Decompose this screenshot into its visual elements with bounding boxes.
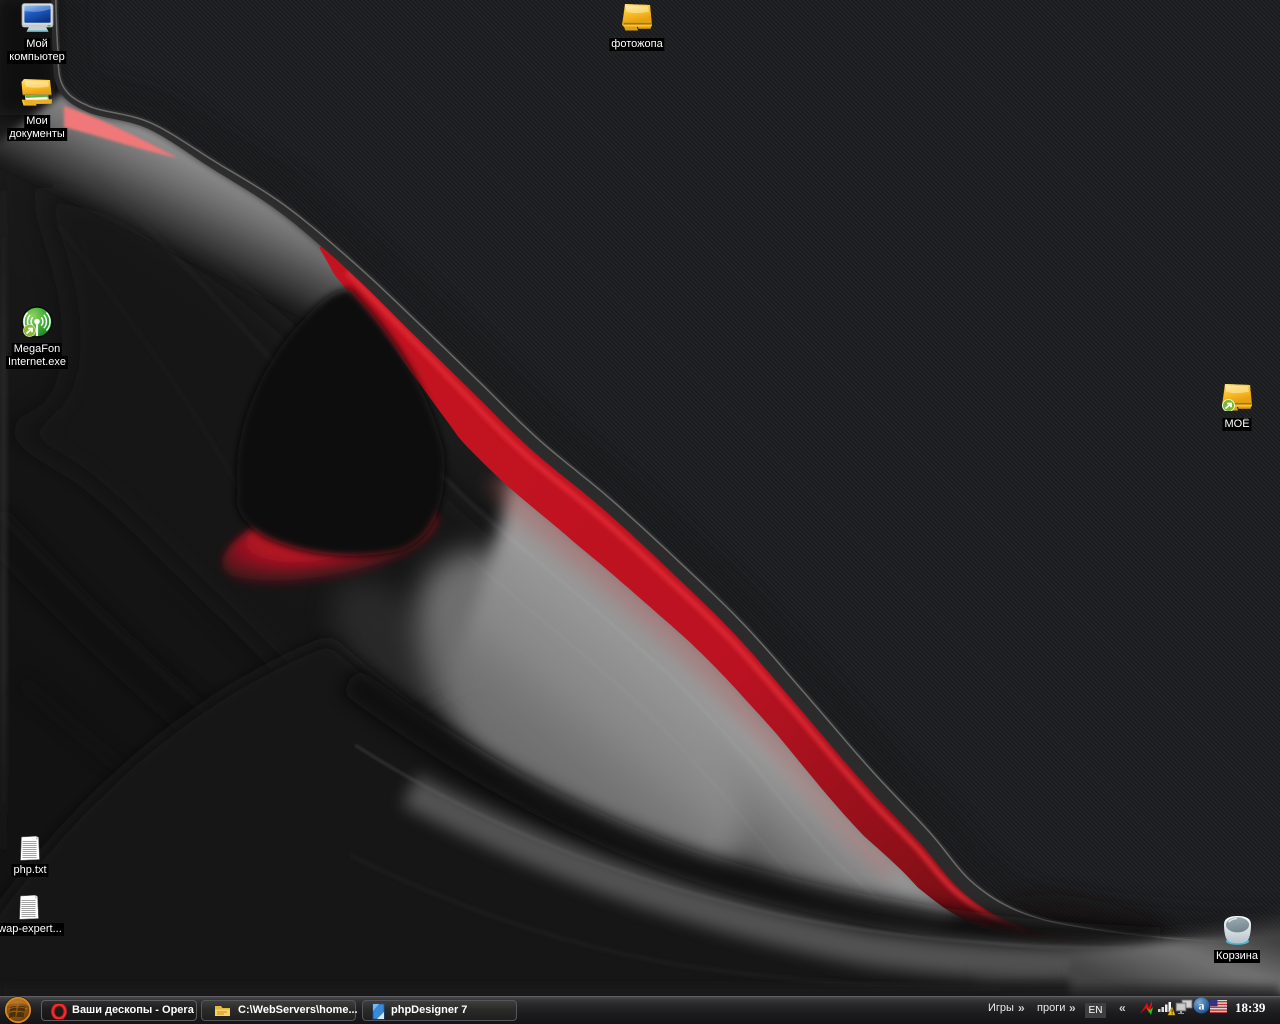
svg-text:a: a bbox=[1199, 999, 1205, 1013]
